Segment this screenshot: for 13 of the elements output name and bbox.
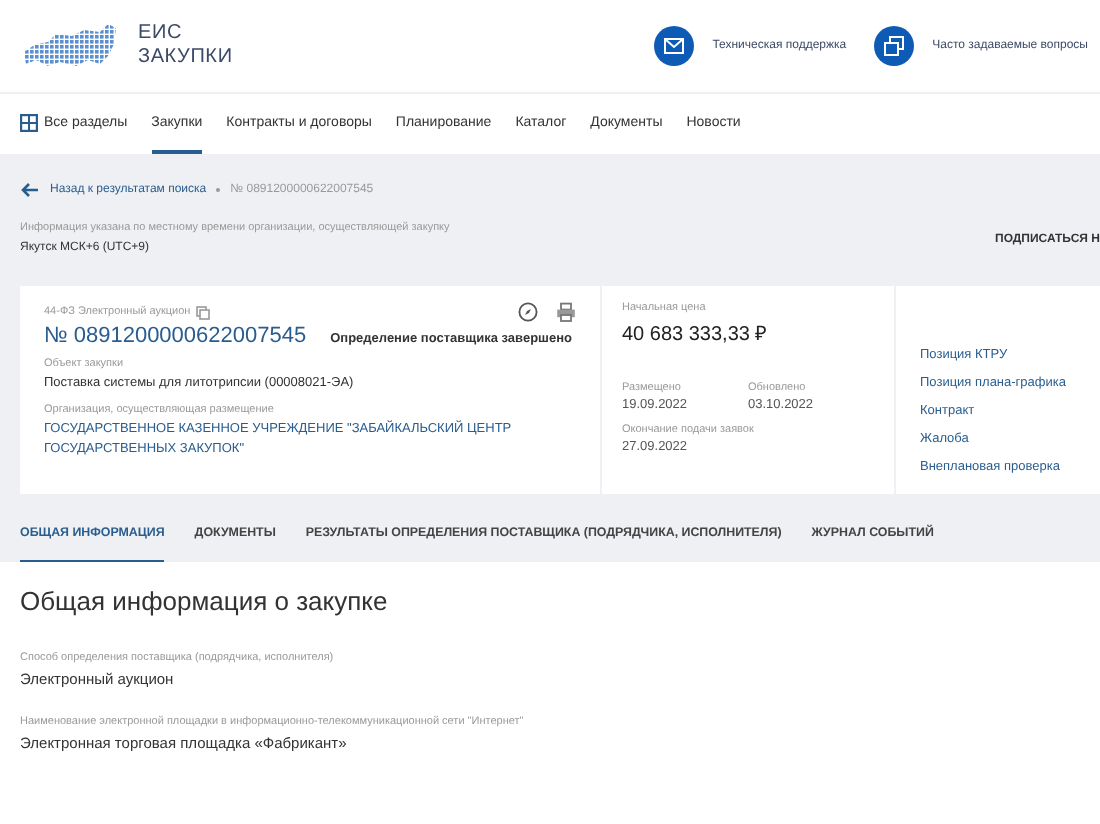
windows-icon[interactable] bbox=[874, 26, 915, 66]
price-value: 40 683 333,33 ₽ bbox=[622, 322, 770, 346]
back-arrow-icon[interactable] bbox=[20, 182, 40, 198]
breadcrumb-separator bbox=[216, 188, 221, 192]
compass-icon[interactable] bbox=[518, 302, 538, 322]
russia-map-logo-icon bbox=[20, 20, 120, 72]
envelope-icon[interactable] bbox=[654, 26, 695, 66]
copy-icon[interactable] bbox=[196, 305, 211, 319]
sections-icon bbox=[20, 113, 38, 131]
logo-text[interactable]: ЕИС ЗАКУПКИ bbox=[138, 22, 233, 70]
section-title: Общая информация о закупке bbox=[20, 586, 390, 616]
procurement-number: № 0891200000622007545 bbox=[44, 324, 307, 348]
printer-icon[interactable] bbox=[556, 302, 576, 322]
